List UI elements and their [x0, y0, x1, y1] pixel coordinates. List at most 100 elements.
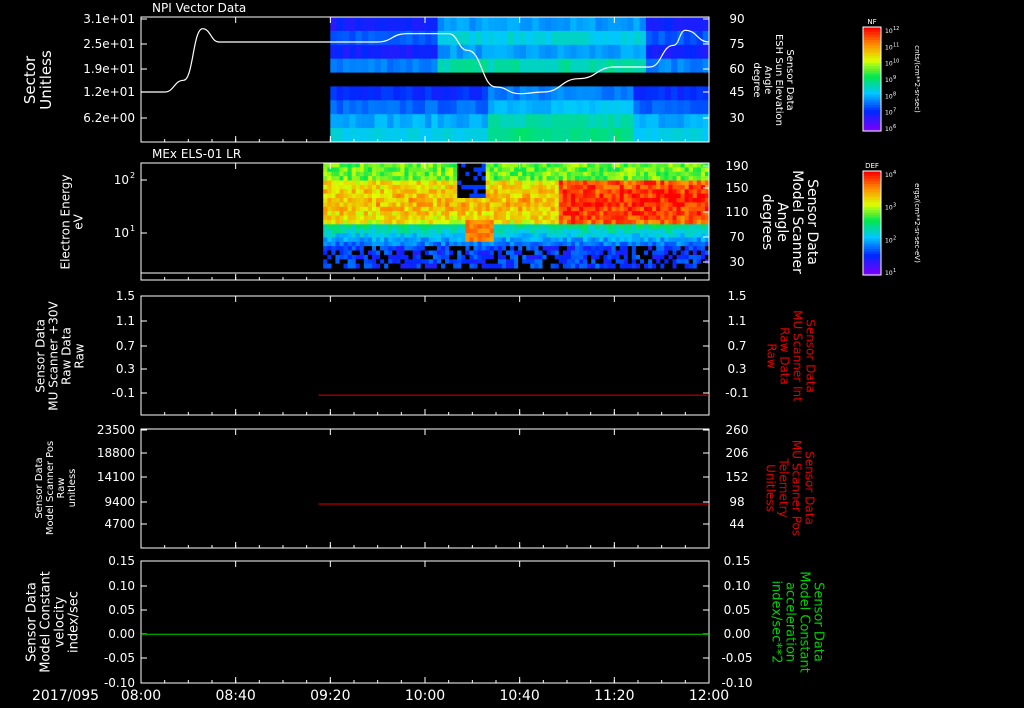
els-spectrogram-cell [672, 163, 678, 168]
els-spectrogram-cell [396, 233, 401, 238]
els-spectrogram-cell [339, 163, 345, 168]
npi-heatmap-cell [652, 17, 660, 32]
els-spectrogram-cell [570, 250, 576, 256]
npi-heatmap-cell [387, 72, 394, 87]
panel-4-y2tick-label: 152 [726, 470, 749, 484]
els-spectrogram-cell [388, 233, 393, 238]
els-spectrogram-cell [392, 171, 397, 177]
els-spectrogram-cell [652, 233, 657, 238]
els-spectrogram-cell [599, 180, 604, 186]
npi-heatmap-cell [601, 128, 609, 143]
els-spectrogram-cell [587, 171, 592, 177]
npi-heatmap-cell [627, 114, 634, 129]
npi-heatmap-cell [368, 128, 376, 143]
els-spectrogram-cell [530, 254, 535, 260]
els-spectrogram-cell [380, 215, 385, 221]
els-spectrogram-cell [335, 193, 340, 199]
npi-heatmap-cell [595, 30, 603, 46]
els-spectrogram-cell [692, 250, 698, 256]
els-spectrogram-cell [339, 167, 345, 173]
els-spectrogram-cell [680, 215, 686, 221]
els-spectrogram-cell [359, 241, 365, 247]
els-spectrogram-cell [432, 167, 438, 173]
els-spectrogram-cell [554, 167, 560, 173]
els-spectrogram-cell [550, 241, 556, 247]
els-spectrogram-cell [372, 167, 377, 173]
npi-heatmap-cell [658, 86, 666, 101]
els-spectrogram-cell [404, 215, 409, 221]
els-spectrogram-cell [493, 184, 499, 190]
els-spectrogram-cell [392, 167, 397, 173]
npi-heatmap-cell [683, 30, 691, 46]
els-spectrogram-cell [323, 180, 328, 186]
els-spectrogram-cell [575, 189, 580, 195]
els-spectrogram-cell [388, 228, 393, 234]
els-spectrogram-cell [607, 180, 613, 186]
els-spectrogram-cell [327, 224, 332, 230]
els-spectrogram-cell [566, 263, 572, 269]
els-spectrogram-cell [668, 250, 673, 256]
els-spectrogram-cell [428, 246, 434, 251]
els-spectrogram-cell [623, 167, 629, 173]
els-spectrogram-cell [441, 211, 446, 216]
els-spectrogram-cell [477, 254, 483, 260]
els-spectrogram-cell [518, 211, 523, 216]
panel-2-y2tick-label: 70 [729, 230, 744, 244]
npi-heatmap-cell [368, 100, 376, 115]
els-spectrogram-cell [465, 233, 470, 238]
els-spectrogram-cell [510, 193, 515, 199]
els-spectrogram-cell [550, 237, 556, 243]
npi-heatmap-cell [475, 17, 483, 32]
els-spectrogram-cell [534, 254, 539, 260]
els-spectrogram-cell [692, 184, 698, 190]
els-spectrogram-cell [631, 254, 637, 260]
npi-heatmap-cell [652, 30, 660, 46]
els-spectrogram-cell [579, 254, 584, 260]
els-spectrogram-cell [660, 246, 665, 251]
els-spectrogram-cell [497, 263, 503, 269]
els-spectrogram-cell [522, 171, 527, 177]
els-spectrogram-cell [550, 198, 556, 203]
els-spectrogram-cell [676, 211, 682, 216]
els-spectrogram-cell [619, 215, 625, 221]
els-spectrogram-cell [603, 171, 608, 177]
els-spectrogram-cell [384, 171, 389, 177]
npi-heatmap-cell [406, 100, 413, 115]
els-spectrogram-cell [542, 167, 548, 173]
els-spectrogram-cell [489, 250, 495, 256]
panel-2-y2label-line: Angle [774, 202, 790, 242]
els-spectrogram-cell [546, 259, 552, 265]
els-spectrogram-cell [542, 180, 548, 186]
els-spectrogram-cell [408, 176, 414, 181]
els-spectrogram-cell [355, 246, 361, 251]
els-spectrogram-cell [554, 171, 560, 177]
els-spectrogram-cell [522, 180, 527, 186]
els-spectrogram-cell [457, 163, 462, 168]
els-spectrogram-cell [554, 254, 560, 260]
npi-heatmap-cell [595, 114, 603, 129]
npi-heatmap-cell [690, 114, 697, 129]
els-spectrogram-cell [550, 259, 556, 265]
els-spectrogram-cell [416, 184, 422, 190]
els-spectrogram-cell [583, 250, 588, 256]
els-spectrogram-cell [506, 250, 511, 256]
npi-heatmap-cell [443, 30, 451, 46]
els-spectrogram-cell [550, 180, 556, 186]
npi-heatmap-cell [437, 44, 445, 60]
npi-heatmap-cell [456, 100, 464, 115]
els-spectrogram-cell [359, 176, 365, 181]
els-spectrogram-cell [579, 163, 584, 168]
npi-heatmap-cell [614, 128, 622, 143]
els-spectrogram-cell [684, 241, 690, 247]
npi-heatmap-cell [683, 72, 691, 87]
els-spectrogram-cell [660, 202, 665, 208]
npi-heatmap-cell [462, 128, 470, 143]
els-spectrogram-cell [550, 167, 556, 173]
els-spectrogram-cell [323, 171, 328, 177]
els-spectrogram-cell [404, 180, 409, 186]
npi-heatmap-cell [437, 30, 445, 46]
els-spectrogram-cell [416, 206, 422, 212]
els-spectrogram-cell [501, 224, 507, 230]
els-spectrogram-cell [485, 211, 491, 216]
els-spectrogram-cell [477, 250, 483, 256]
